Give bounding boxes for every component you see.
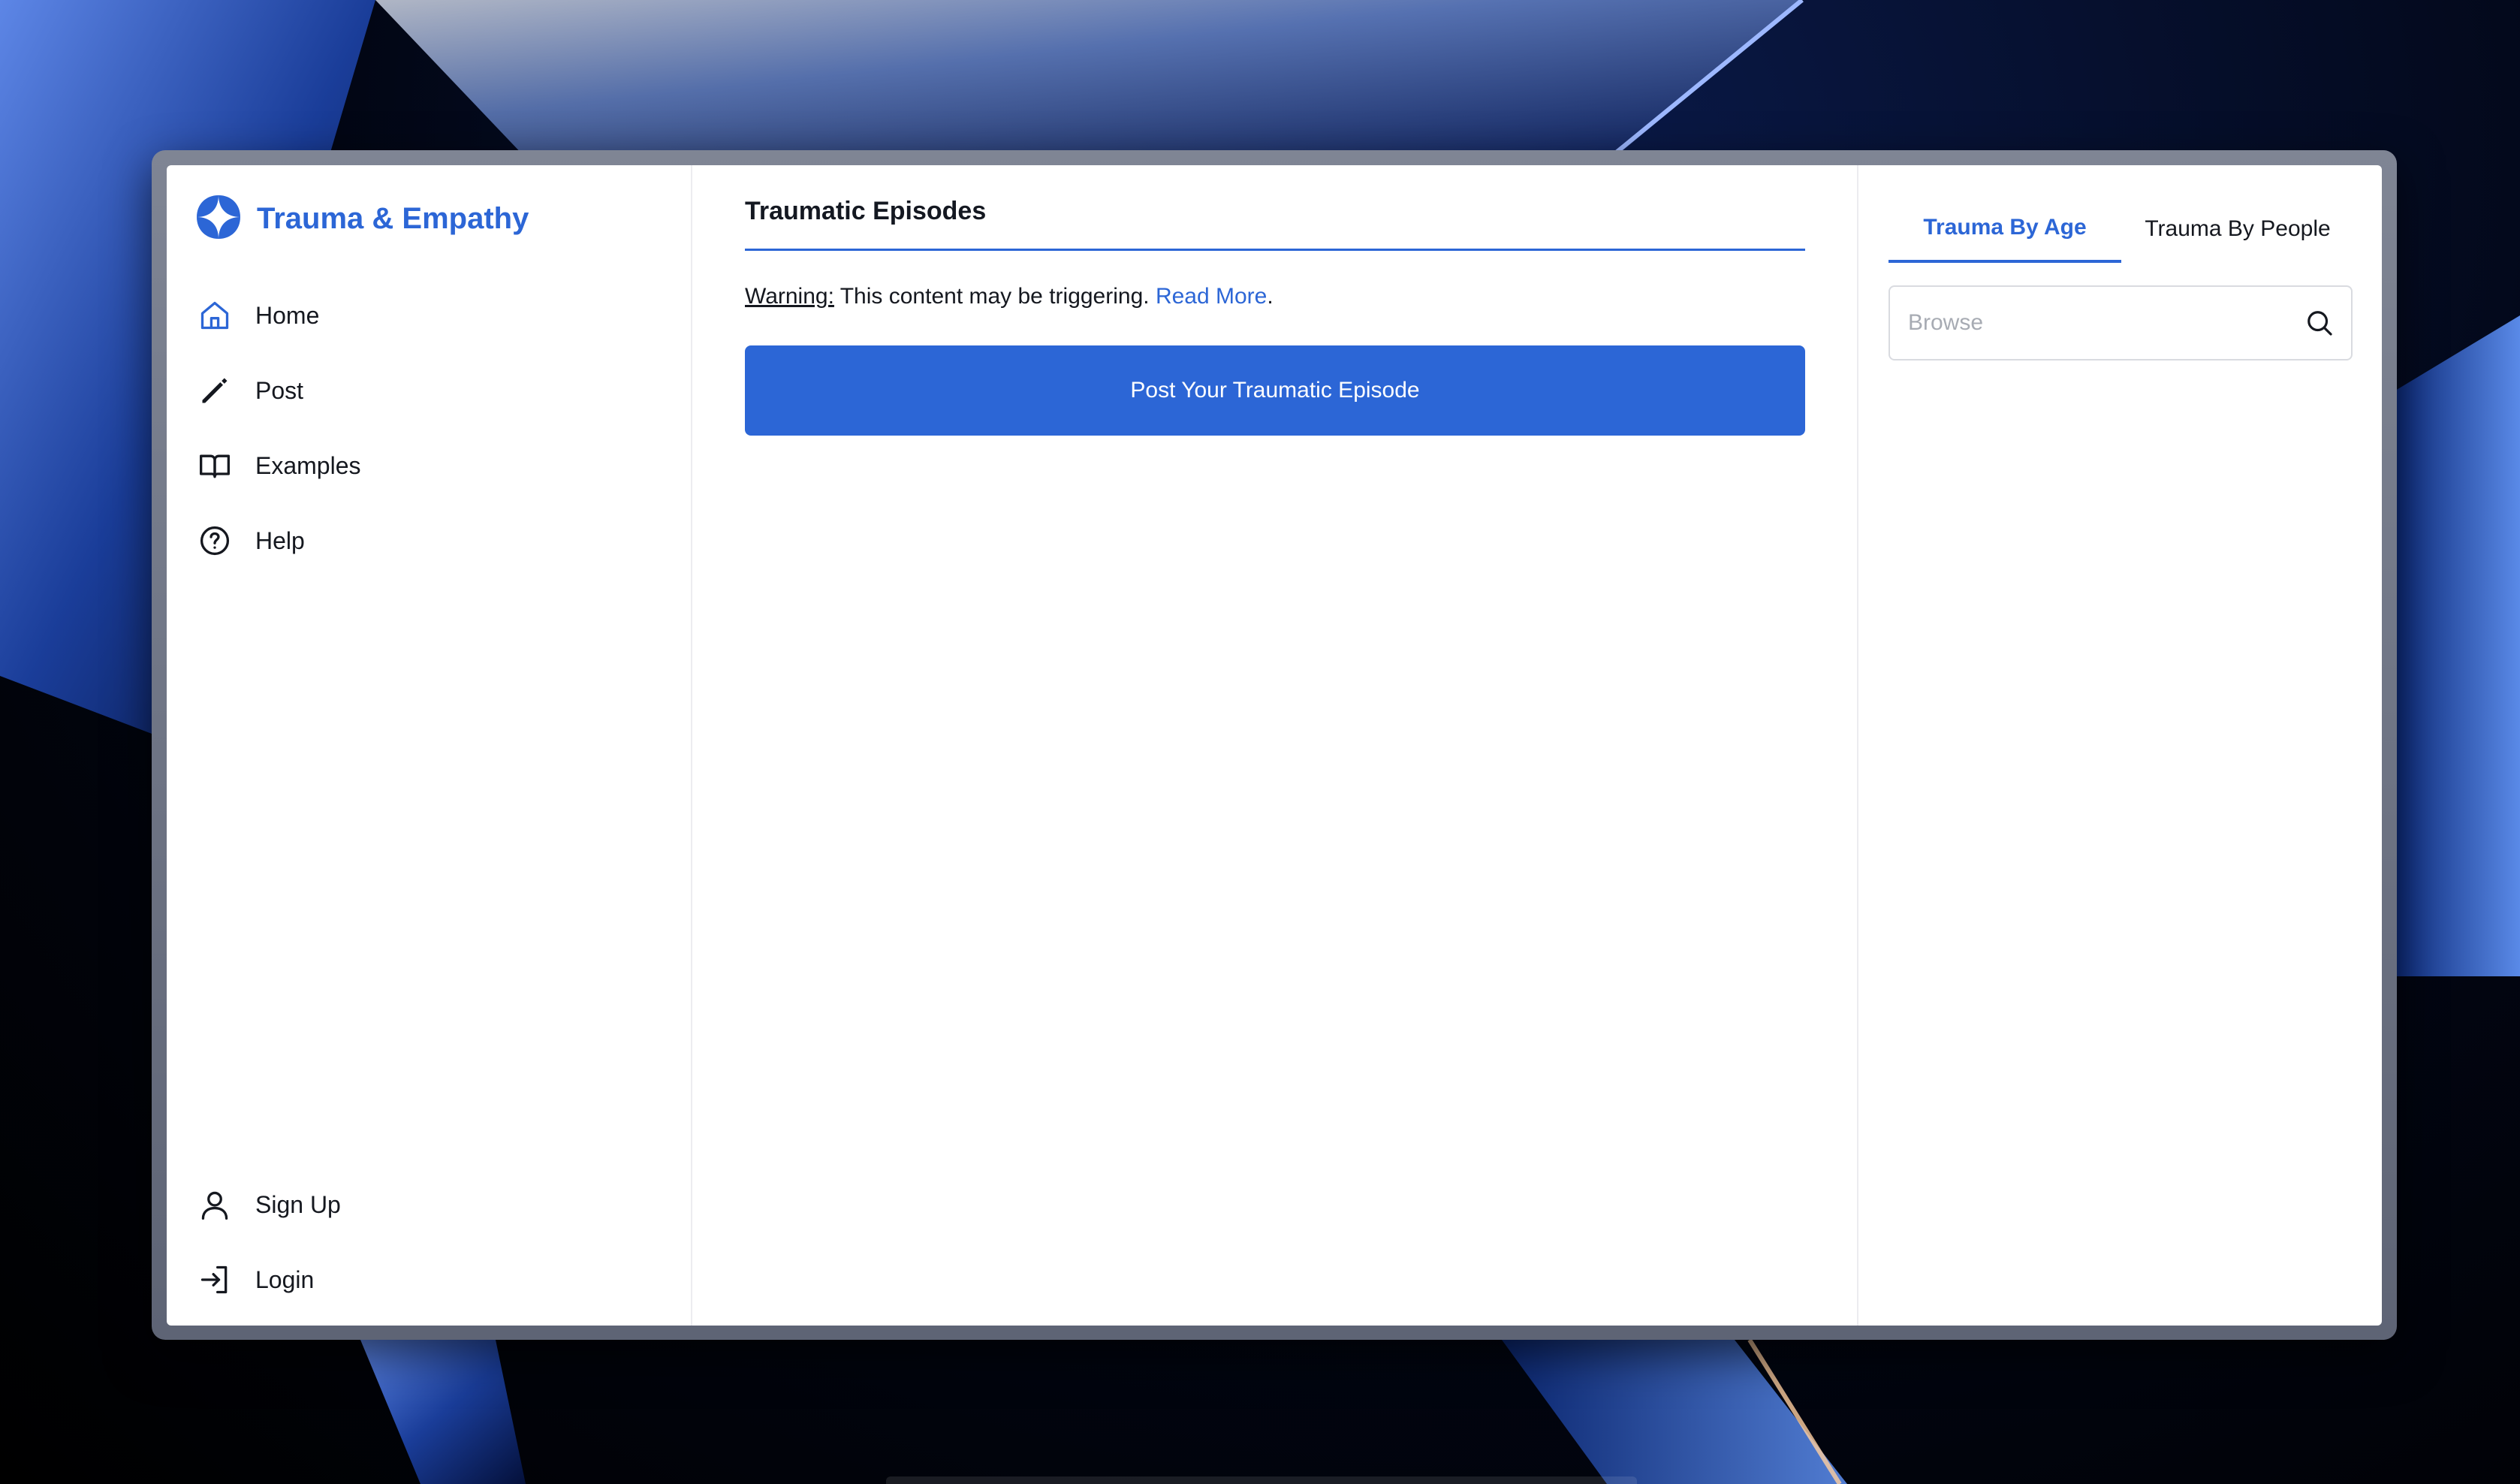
sidebar-item-label: Sign Up [255,1190,341,1218]
warning-period: . [1267,284,1274,309]
logo-icon [197,195,240,243]
warning-text: This content may be triggering. [839,284,1150,309]
dock-edge [886,1476,1637,1484]
sidebar-item-label: Help [255,526,305,554]
book-icon [197,448,233,484]
page-title: Traumatic Episodes [745,197,987,225]
sidebar-item-post[interactable]: Post [197,353,361,428]
main-header: Traumatic Episodes [745,197,1805,251]
sidebar-item-examples[interactable]: Examples [197,428,361,503]
content-warning: Warning: This content may be triggering.… [745,284,1274,309]
browse-panel: Trauma By Age Trauma By People [1858,165,2382,1326]
sidebar-item-help[interactable]: Help [197,503,361,578]
tab-trauma-by-people[interactable]: Trauma By People [2121,195,2354,263]
help-circle-icon [197,523,233,559]
app-window: Trauma & Empathy Home Post Examples Help… [167,165,2382,1326]
sidebar-item-home[interactable]: Home [197,278,361,353]
sidebar-nav: Home Post Examples Help [197,278,361,578]
sidebar-item-login[interactable]: Login [197,1242,341,1317]
browse-search-box [1888,285,2353,360]
pencil-icon [197,373,233,409]
sidebar-item-label: Login [255,1265,315,1293]
tab-trauma-by-age[interactable]: Trauma By Age [1888,195,2121,263]
sidebar-item-label: Post [255,376,304,404]
app-window-frame: Trauma & Empathy Home Post Examples Help… [152,150,2397,1340]
sidebar-item-label: Home [255,301,320,329]
read-more-link[interactable]: Read More [1156,284,1267,309]
sidebar-item-label: Examples [255,451,361,479]
post-episode-button[interactable]: Post Your Traumatic Episode [745,345,1805,436]
login-icon [197,1262,233,1298]
sidebar: Trauma & Empathy Home Post Examples Help… [167,165,692,1326]
search-icon[interactable] [2304,308,2335,338]
home-icon [197,297,233,333]
user-icon [197,1187,233,1223]
warning-label: Warning: [745,284,834,309]
sidebar-account-nav: Sign Up Login [197,1167,341,1317]
brand-title: Trauma & Empathy [257,202,529,235]
main-content: Traumatic Episodes Warning: This content… [692,165,1858,1326]
browse-search-input[interactable] [1907,309,2304,336]
brand[interactable]: Trauma & Empathy [197,195,529,243]
browse-tabs: Trauma By Age Trauma By People [1888,195,2354,263]
sidebar-item-sign-up[interactable]: Sign Up [197,1167,341,1242]
